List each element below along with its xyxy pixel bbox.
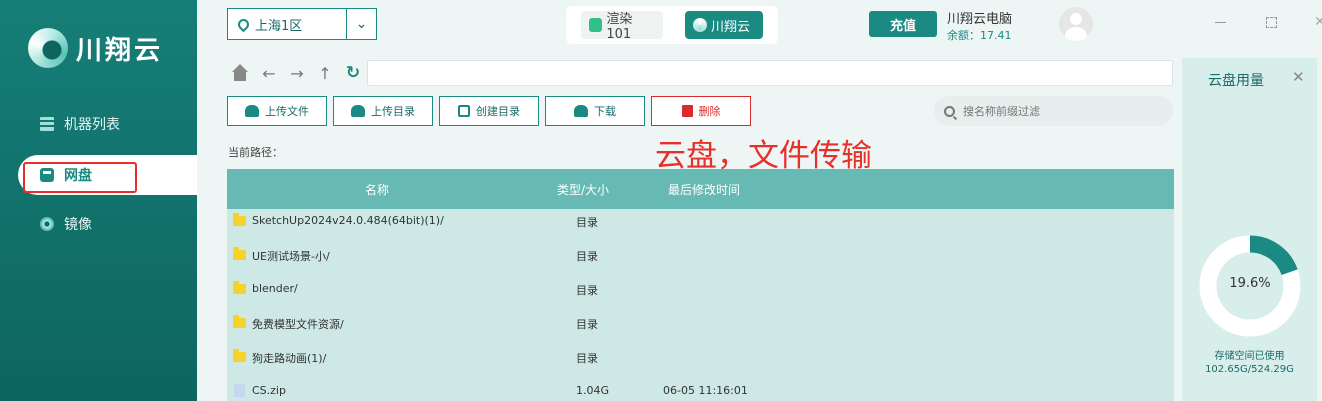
logo-swirl-icon	[28, 28, 68, 68]
file-name: 免费模型文件资源/	[252, 318, 344, 331]
folder-icon	[233, 213, 246, 226]
file-type: 目录	[576, 318, 598, 331]
sidebar-item-label: 镜像	[64, 217, 92, 233]
file-name: UE测试场景-小/	[252, 250, 330, 263]
search-input[interactable]	[963, 104, 1153, 118]
avatar[interactable]	[1059, 7, 1093, 41]
column-header-name[interactable]: 名称	[365, 181, 389, 198]
up-arrow-icon[interactable]: ↑	[316, 64, 334, 83]
current-path-label: 当前路径：	[228, 146, 283, 159]
table-row[interactable]: UE测试场景-小/ 目录	[227, 243, 1174, 277]
search-box	[934, 96, 1173, 126]
sidebar: 川翔云 机器列表 网盘 镜像	[0, 0, 197, 401]
mirror-icon	[40, 217, 54, 231]
cloud-download-icon	[574, 105, 588, 117]
region-value: 上海1区	[255, 18, 303, 34]
maximize-icon[interactable]	[1266, 17, 1277, 28]
storage-percent: 19.6%	[1229, 276, 1271, 291]
table-row[interactable]: 免费模型文件资源/ 目录	[227, 311, 1174, 345]
storage-usage-panel: 云盘用量 ✕ 19.6% 存储空间已使用 102.65G/524.29G	[1182, 58, 1317, 401]
file-type: 目录	[576, 284, 598, 297]
platform-switcher: 渲染101 川翔云	[566, 6, 778, 44]
close-icon[interactable]: ✕	[1314, 14, 1322, 30]
forward-arrow-icon[interactable]: →	[288, 64, 306, 83]
file-name: SketchUp2024v24.0.484(64bit)(1)/	[252, 214, 444, 227]
xuanran101-logo-icon	[589, 18, 603, 32]
tab-label: 川翔云	[711, 19, 751, 35]
button-label: 上传目录	[371, 105, 415, 118]
table-row[interactable]: SketchUp2024v24.0.484(64bit)(1)/ 目录	[227, 209, 1174, 243]
delete-button[interactable]: 删除	[651, 96, 751, 126]
file-name: blender/	[252, 282, 298, 295]
recharge-button[interactable]: 充值	[869, 11, 937, 37]
file-type: 1.04G	[576, 384, 610, 397]
button-label: 下载	[594, 105, 616, 118]
region-select[interactable]: 上海1区 ⌄	[227, 8, 377, 40]
chevron-down-icon[interactable]: ⌄	[346, 9, 376, 39]
app-logo: 川翔云	[28, 28, 163, 68]
file-type: 目录	[576, 352, 598, 365]
path-input[interactable]	[367, 60, 1173, 86]
file-name: CS.zip	[252, 384, 286, 397]
upload-file-button[interactable]: 上传文件	[227, 96, 327, 126]
cloud-upload-icon	[245, 105, 259, 117]
storage-caption: 存储空间已使用	[1214, 351, 1285, 362]
file-type: 目录	[576, 250, 598, 263]
sidebar-item-label: 机器列表	[64, 117, 120, 133]
table-row[interactable]: blender/ 目录	[227, 277, 1174, 311]
logo-text: 川翔云	[76, 35, 164, 66]
folder-icon	[233, 281, 246, 294]
back-arrow-icon[interactable]: ←	[260, 64, 278, 83]
table-header: 名称 类型/大小 最后修改时间	[227, 169, 1174, 209]
column-header-modified-time[interactable]: 最后修改时间	[668, 181, 740, 198]
balance-text: 余额：17.41	[947, 29, 1012, 42]
trash-icon	[681, 105, 693, 117]
storage-value: 102.65G/524.29G	[1205, 364, 1294, 375]
close-icon[interactable]: ✕	[1292, 68, 1305, 86]
file-modified-time: 06-05 11:16:01	[663, 384, 748, 397]
button-label: 上传文件	[265, 105, 309, 118]
zip-file-icon	[234, 384, 245, 397]
table-row[interactable]: 狗走路动画(1)/ 目录	[227, 345, 1174, 379]
button-label: 删除	[698, 105, 721, 118]
folder-icon	[233, 349, 246, 362]
search-icon	[944, 105, 955, 117]
file-type: 目录	[576, 216, 598, 229]
tab-label: 渲染101	[606, 12, 633, 42]
tab-xuanran101[interactable]: 渲染101	[581, 11, 663, 42]
tab-chuanxiangyun[interactable]: 川翔云	[685, 11, 763, 39]
folder-icon	[233, 315, 246, 328]
storage-title: 云盘用量	[1208, 73, 1264, 89]
cloud-upload-icon	[351, 105, 365, 117]
add-folder-icon	[458, 105, 470, 117]
user-name: 川翔云电脑	[947, 12, 1013, 27]
file-name: 狗走路动画(1)/	[252, 352, 327, 365]
path-navigation: ← → ↑ ↻	[230, 62, 362, 84]
download-button[interactable]: 下载	[545, 96, 645, 126]
list-icon	[40, 117, 54, 131]
minimize-icon[interactable]	[1215, 22, 1226, 23]
folder-icon	[233, 247, 246, 260]
button-label: 创建目录	[476, 105, 520, 118]
create-directory-button[interactable]: 创建目录	[439, 96, 539, 126]
sidebar-item-machine-list[interactable]: 机器列表	[0, 104, 197, 144]
location-pin-icon	[235, 16, 252, 32]
chuanxiangyun-logo-icon	[693, 18, 707, 32]
home-icon[interactable]	[230, 64, 250, 82]
table-row[interactable]: CS.zip 1.04G 06-05 11:16:01	[227, 379, 1174, 401]
refresh-icon[interactable]: ↻	[344, 63, 362, 83]
column-header-type-size[interactable]: 类型/大小	[557, 181, 609, 198]
highlight-annotation-box	[23, 162, 137, 193]
file-table-body: SketchUp2024v24.0.484(64bit)(1)/ 目录 UE测试…	[227, 209, 1174, 401]
sidebar-item-mirror[interactable]: 镜像	[0, 204, 197, 244]
upload-directory-button[interactable]: 上传目录	[333, 96, 433, 126]
